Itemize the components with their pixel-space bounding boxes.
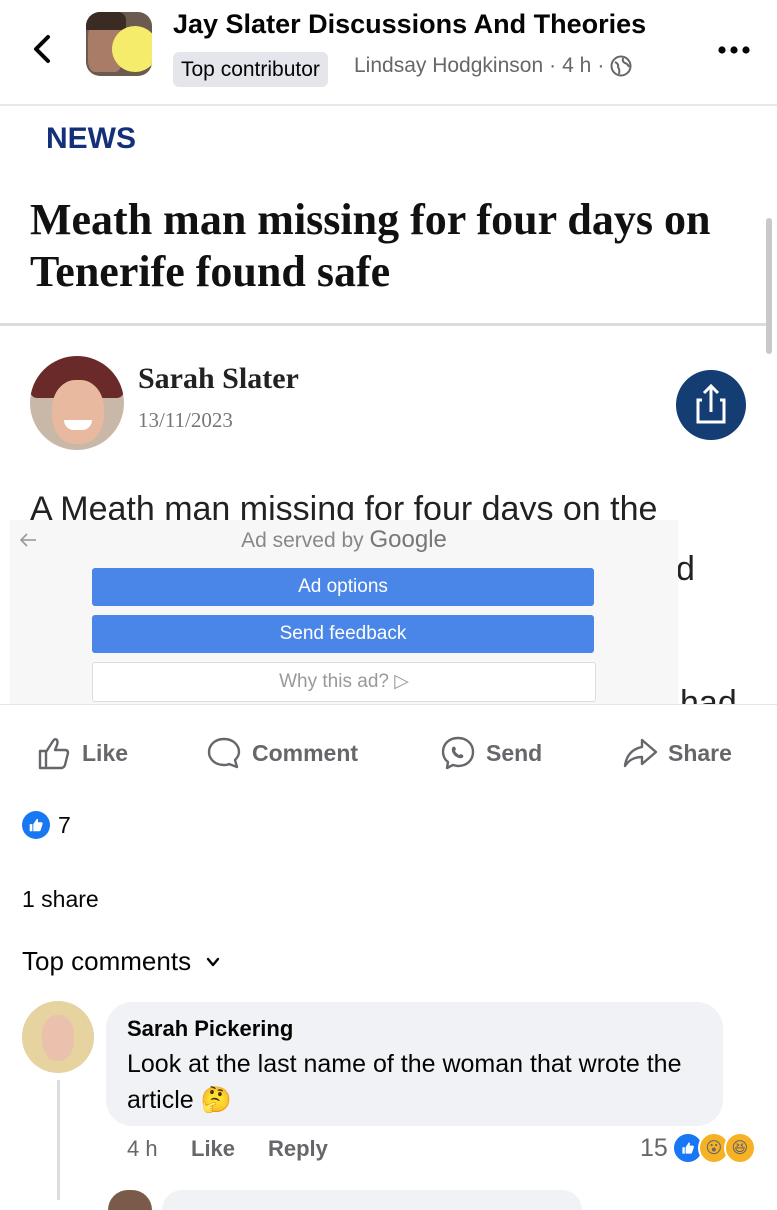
thread-line	[57, 1080, 60, 1200]
share-icon	[696, 383, 726, 424]
ad-brand: Google	[369, 526, 447, 553]
comment-label: Comment	[252, 739, 359, 766]
post-action-bar: Like Comment Send Share	[0, 704, 777, 805]
news-section-label: NEWS	[46, 122, 136, 155]
meta-separator: ·	[549, 54, 557, 77]
share-label: Share	[668, 739, 732, 766]
post-time[interactable]: 4 h	[562, 54, 591, 78]
article-share-button	[676, 370, 746, 440]
article-author-avatar	[30, 356, 124, 450]
like-icon	[38, 738, 70, 770]
article-author-name: Sarah Slater	[138, 362, 299, 395]
comment-time[interactable]: 4 h	[127, 1136, 158, 1162]
ad-overlay: Ad served by Google Ad options Send feed…	[10, 520, 678, 704]
more-icon[interactable]	[714, 30, 754, 70]
commenter-avatar[interactable]	[22, 1001, 94, 1073]
messenger-icon	[441, 736, 475, 770]
article-image[interactable]: NEWS Meath man missing for four days on …	[0, 106, 777, 704]
comment-reaction-count: 15	[640, 1133, 668, 1162]
group-avatar[interactable]	[86, 12, 152, 76]
article-cut-text: d	[676, 550, 695, 588]
article-scrollbar	[766, 218, 772, 354]
like-label: Like	[82, 739, 129, 766]
next-commenter-avatar[interactable]	[108, 1190, 152, 1210]
send-label: Send	[486, 739, 543, 766]
top-contributor-badge: Top contributor	[173, 52, 328, 87]
send-feedback-button: Send feedback	[92, 615, 594, 653]
share-button[interactable]: Share	[622, 735, 732, 771]
like-button[interactable]: Like	[36, 735, 128, 771]
back-icon[interactable]	[30, 34, 56, 64]
comment-button[interactable]: Comment	[206, 735, 358, 771]
next-comment-bubble[interactable]	[162, 1190, 582, 1210]
comment-reactions[interactable]: 15 😮 😆	[640, 1132, 756, 1164]
comment-text: Look at the last name of the woman that …	[127, 1050, 682, 1114]
haha-reaction-icon: 😆	[723, 1132, 756, 1164]
divider	[0, 323, 770, 326]
comment-like-button[interactable]: Like	[191, 1136, 235, 1162]
ad-served-by-text: Ad served by	[241, 529, 364, 552]
like-reaction-icon	[22, 811, 50, 839]
share-count[interactable]: 1 share	[22, 886, 99, 913]
ad-served-by: Ad served by Google	[10, 526, 678, 554]
reaction-summary[interactable]: 7	[22, 811, 71, 839]
send-button[interactable]: Send	[440, 735, 542, 771]
why-this-ad-button: Why this ad? ▷	[92, 662, 596, 702]
chevron-down-icon	[206, 957, 220, 966]
article-headline: Meath man missing for four days on Tener…	[30, 195, 711, 296]
why-this-ad-label: Why this ad?	[279, 671, 389, 692]
comment-sort-label: Top comments	[22, 946, 192, 976]
reaction-count: 7	[58, 811, 71, 838]
comment-icon	[207, 737, 241, 769]
post-header: Jay Slater Discussions And Theories Top …	[0, 0, 777, 106]
article-date: 13/11/2023	[138, 408, 233, 432]
article-cut-text: had	[680, 684, 737, 704]
post-author[interactable]: Lindsay Hodgkinson	[354, 54, 543, 78]
post-meta: Lindsay Hodgkinson · 4 h ·	[354, 54, 632, 78]
share-arrow-icon	[623, 738, 658, 768]
ad-choices-icon: ▷	[394, 671, 409, 692]
comment-bubble[interactable]: Sarah Pickering Look at the last name of…	[106, 1002, 723, 1126]
comment-reply-button[interactable]: Reply	[268, 1136, 328, 1162]
group-title[interactable]: Jay Slater Discussions And Theories	[173, 9, 646, 40]
commenter-name[interactable]: Sarah Pickering	[127, 1016, 293, 1042]
comment-sort-dropdown[interactable]: Top comments	[22, 946, 221, 977]
globe-icon	[610, 55, 632, 77]
meta-separator: ·	[597, 54, 605, 77]
ad-options-button: Ad options	[92, 568, 594, 606]
